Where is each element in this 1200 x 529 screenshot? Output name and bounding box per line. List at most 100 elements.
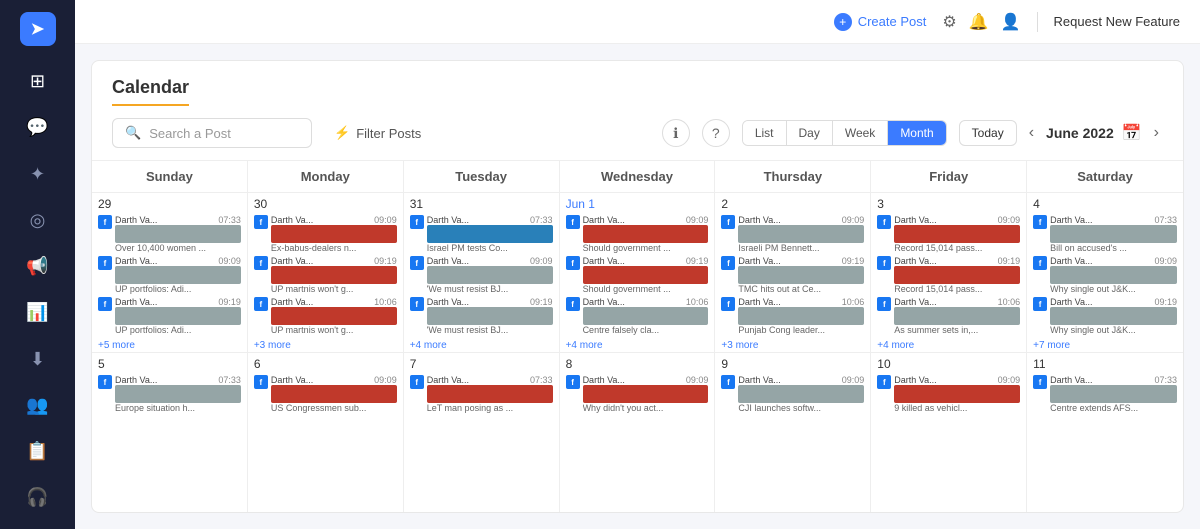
post-header: Darth Va... 09:09 xyxy=(1050,256,1177,266)
post-time: 09:19 xyxy=(530,297,553,307)
fb-icon: f xyxy=(1033,256,1047,270)
fb-icon: f xyxy=(410,256,424,270)
post-thumb xyxy=(894,307,1020,325)
sidebar-icon-reports[interactable]: 📊 xyxy=(18,294,58,332)
post-content: Darth Va... 07:33 Israel PM tests Co... xyxy=(427,215,553,253)
more-posts-link[interactable]: +4 more xyxy=(566,340,709,351)
create-post-button[interactable]: + Create Post xyxy=(834,13,927,31)
sidebar-icon-dashboard[interactable]: ⊞ xyxy=(18,62,58,100)
settings-icon[interactable]: ⚙ xyxy=(942,12,956,32)
cell-sat-4: 4 f Darth Va... 07:33 Bill on accused's … xyxy=(1027,193,1183,352)
filter-label: Filter Posts xyxy=(356,126,421,141)
header-friday: Friday xyxy=(871,161,1027,192)
post-thumb xyxy=(1050,225,1177,243)
more-posts-link[interactable]: +4 more xyxy=(877,340,1020,351)
post-thumb xyxy=(427,225,553,243)
more-posts-link[interactable]: +3 more xyxy=(254,340,397,351)
cell-tue-7: 7 f Darth Va... 07:33 LeT man posing as … xyxy=(404,353,560,512)
toolbar-left: 🔍 Search a Post ⚡ Filter Posts xyxy=(112,118,431,148)
next-month-button[interactable]: › xyxy=(1150,122,1163,144)
request-feature-button[interactable]: Request New Feature xyxy=(1054,14,1180,29)
post-content: Darth Va... 07:33 Centre extends AFS... xyxy=(1050,375,1177,413)
post-row: f Darth Va... 09:09 'We must resist BJ..… xyxy=(410,256,553,294)
info-button[interactable]: ℹ xyxy=(662,119,690,147)
post-desc: Bill on accused's ... xyxy=(1050,243,1177,253)
more-posts-link[interactable]: +7 more xyxy=(1033,340,1177,351)
user-icon[interactable]: 👤 xyxy=(1001,12,1021,32)
post-thumb xyxy=(427,266,553,284)
sidebar-icon-download[interactable]: ⬇ xyxy=(18,340,58,378)
post-time: 07:33 xyxy=(530,215,553,225)
header-thursday: Thursday xyxy=(715,161,871,192)
date-2: 2 xyxy=(721,197,864,211)
toolbar-right: ℹ ? List Day Week Month Today ‹ June 202… xyxy=(662,119,1163,147)
sidebar-icon-support[interactable]: 🎧 xyxy=(18,479,58,517)
fb-icon: f xyxy=(410,215,424,229)
sidebar-icon-content[interactable]: 📋 xyxy=(18,432,58,470)
post-time: 07:33 xyxy=(218,375,241,385)
post-desc: LeT man posing as ... xyxy=(427,403,553,413)
fb-icon: f xyxy=(98,256,112,270)
post-row: f Darth Va... 10:06 Punjab Cong leader..… xyxy=(721,297,864,335)
date-7: 7 xyxy=(410,357,553,371)
post-header: Darth Va... 09:09 xyxy=(115,256,241,266)
post-row: f Darth Va... 09:19 Why single out J&K..… xyxy=(1033,297,1177,335)
day-view-button[interactable]: Day xyxy=(787,121,833,145)
sidebar-icon-users[interactable]: 👥 xyxy=(18,386,58,424)
cell-fri-10: 10 f Darth Va... 09:09 9 killed as vehic… xyxy=(871,353,1027,512)
today-button[interactable]: Today xyxy=(959,120,1017,146)
cell-mon-30: 30 f Darth Va... 09:09 Ex-babus-dealers … xyxy=(248,193,404,352)
post-thumb xyxy=(427,307,553,325)
post-desc: UP martnis won't g... xyxy=(271,325,397,335)
filter-posts-button[interactable]: ⚡ Filter Posts xyxy=(324,119,431,147)
post-name: Darth Va... xyxy=(115,375,157,385)
post-row: f Darth Va... 09:09 9 killed as vehicl..… xyxy=(877,375,1020,413)
post-time: 09:19 xyxy=(686,256,709,266)
post-header: Darth Va... 09:09 xyxy=(894,375,1020,385)
notifications-icon[interactable]: 🔔 xyxy=(969,12,989,32)
fb-icon: f xyxy=(254,215,268,229)
top-navigation: + Create Post ⚙ 🔔 👤 Request New Feature xyxy=(75,0,1200,44)
post-header: Darth Va... 09:09 xyxy=(583,215,709,225)
cell-sat-11: 11 f Darth Va... 07:33 Centre extends AF… xyxy=(1027,353,1183,512)
calendar-picker-icon[interactable]: 📅 xyxy=(1122,123,1142,143)
fb-icon: f xyxy=(877,215,891,229)
cell-wed-8: 8 f Darth Va... 09:09 Why didn't you act… xyxy=(560,353,716,512)
filter-icon: ⚡ xyxy=(334,125,350,141)
post-content: Darth Va... 09:19 UP portfolios: Adi... xyxy=(115,297,241,335)
more-posts-link[interactable]: +5 more xyxy=(98,340,241,351)
date-8: 8 xyxy=(566,357,709,371)
current-month-label: June 2022 xyxy=(1046,125,1114,141)
post-desc: Should government ... xyxy=(583,243,709,253)
sidebar-icon-campaigns[interactable]: 📢 xyxy=(18,247,58,285)
list-view-button[interactable]: List xyxy=(743,121,787,145)
date-11: 11 xyxy=(1033,357,1177,371)
post-header: Darth Va... 07:33 xyxy=(115,215,241,225)
month-view-button[interactable]: Month xyxy=(888,121,945,145)
post-row: f Darth Va... 09:19 Record 15,014 pass..… xyxy=(877,256,1020,294)
post-thumb xyxy=(738,307,864,325)
post-content: Darth Va... 09:09 9 killed as vehicl... xyxy=(894,375,1020,413)
sidebar-icon-analytics[interactable]: ✦ xyxy=(18,155,58,193)
search-box[interactable]: 🔍 Search a Post xyxy=(112,118,312,148)
post-name: Darth Va... xyxy=(427,375,469,385)
post-content: Darth Va... 09:19 Should government ... xyxy=(583,256,709,294)
prev-month-button[interactable]: ‹ xyxy=(1025,122,1038,144)
help-button[interactable]: ? xyxy=(702,119,730,147)
cell-sun-5: 5 f Darth Va... 07:33 Europe situation h… xyxy=(92,353,248,512)
post-header: Darth Va... 10:06 xyxy=(271,297,397,307)
post-thumb xyxy=(583,385,709,403)
sidebar-logo[interactable]: ➤ xyxy=(20,12,56,46)
post-name: Darth Va... xyxy=(1050,297,1092,307)
more-posts-link[interactable]: +4 more xyxy=(410,340,553,351)
post-thumb xyxy=(115,385,241,403)
fb-icon: f xyxy=(410,297,424,311)
sidebar-icon-messages[interactable]: 💬 xyxy=(18,109,58,147)
post-desc: UP portfolios: Adi... xyxy=(115,284,241,294)
sidebar-icon-monitor[interactable]: ◎ xyxy=(18,201,58,239)
date-5: 5 xyxy=(98,357,241,371)
week-view-button[interactable]: Week xyxy=(833,121,888,145)
more-posts-link[interactable]: +3 more xyxy=(721,340,864,351)
post-desc: Why didn't you act... xyxy=(583,403,709,413)
post-desc: Over 10,400 women ... xyxy=(115,243,241,253)
